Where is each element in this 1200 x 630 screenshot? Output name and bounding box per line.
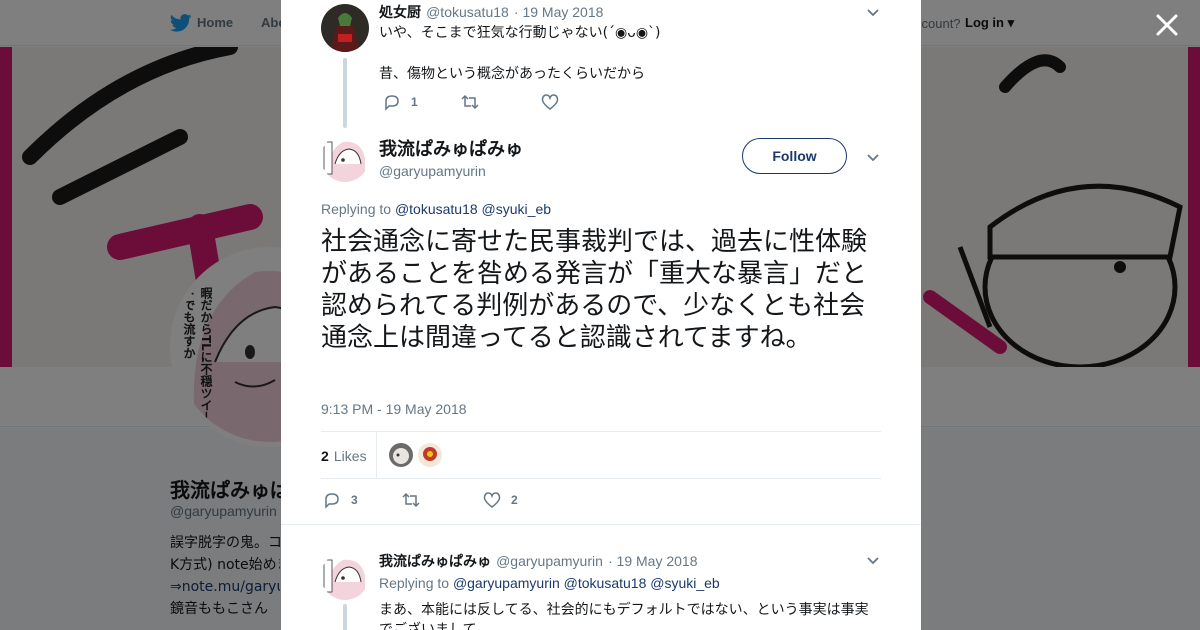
replying-to: Replying to @tokusatu18 @syuki_eb — [321, 201, 551, 217]
replying-to: Replying to @garyupamyurin @tokusatu18 @… — [379, 575, 720, 591]
heart-icon — [541, 94, 559, 110]
liker-avatar[interactable] — [389, 443, 413, 467]
mention-link[interactable]: @syuki_eb — [482, 201, 551, 217]
tweet-date[interactable]: · 19 May 2018 — [608, 553, 698, 569]
replying-label: Replying to — [321, 201, 392, 217]
reply-button[interactable]: 3 — [323, 491, 358, 509]
tweet-text-line: 昔、傷物という概念があったくらいだから — [379, 66, 645, 82]
author-name[interactable]: 我流ぱみゅぱみゅ — [379, 554, 491, 570]
tweet-date[interactable]: · 19 May 2018 — [514, 4, 604, 20]
tweet-avatar[interactable] — [321, 552, 369, 600]
thread-connector — [343, 58, 347, 128]
like-count: 2 — [511, 493, 518, 507]
avatar-image — [321, 134, 369, 182]
tweet-timestamp[interactable]: 9:13 PM - 19 May 2018 — [321, 401, 467, 417]
likes-stat[interactable]: 2 Likes — [321, 446, 367, 465]
section-divider — [281, 524, 921, 525]
tweet-permalink-modal: 処女厨 @tokusatu18 · 19 May 2018 いや、そこまで狂気な… — [281, 0, 921, 630]
main-tweet-avatar[interactable] — [321, 134, 369, 182]
main-tweet-author: 我流ぱみゅぱみゅ @garyupamyurin — [379, 135, 523, 179]
reply-icon — [385, 95, 399, 111]
retweet-icon — [402, 492, 420, 508]
reply-count: 1 — [411, 95, 418, 109]
likes-label: Likes — [333, 448, 367, 464]
tweet-text-line: でございまして — [379, 622, 477, 630]
replying-label: Replying to — [379, 575, 450, 591]
tweet-header: 我流ぱみゅぱみゅ @garyupamyurin · 19 May 2018 — [379, 551, 698, 571]
follow-button[interactable]: Follow — [742, 138, 847, 174]
author-name[interactable]: 処女厨 — [379, 5, 421, 21]
liker-avatar-image — [393, 448, 409, 464]
chevron-down-icon[interactable] — [865, 552, 881, 568]
tweet-avatar[interactable] — [321, 4, 369, 52]
stat-separator — [376, 432, 377, 478]
main-tweet-text: 社会通念に寄せた民事裁判では、過去に性体験があることを咎める発言が「重大な暴言」… — [321, 227, 868, 353]
mention-link[interactable]: @syuki_eb — [650, 575, 719, 591]
retweet-button[interactable] — [461, 93, 479, 111]
mention-link[interactable]: @tokusatu18 — [395, 201, 478, 217]
mention-link[interactable]: @tokusatu18 — [564, 575, 647, 591]
mention-link[interactable]: @garyupamyurin — [453, 575, 560, 591]
reply-button[interactable]: 1 — [383, 93, 418, 111]
divider — [321, 478, 881, 479]
divider — [321, 431, 881, 432]
author-handle[interactable]: @tokusatu18 — [426, 4, 509, 20]
avatar-image — [321, 552, 369, 600]
retweet-button[interactable] — [402, 491, 420, 509]
liker-avatar[interactable] — [418, 443, 442, 467]
tweet-text-line: まあ、本能には反してる、社会的にもデフォルトではない、という事実は事実 — [379, 602, 869, 618]
close-icon[interactable] — [1154, 12, 1180, 38]
likes-count: 2 — [321, 448, 329, 464]
retweet-icon — [461, 94, 479, 110]
thread-connector — [343, 604, 347, 630]
avatar-image — [321, 4, 369, 52]
like-button[interactable] — [541, 93, 559, 111]
main-author-name[interactable]: 我流ぱみゅぱみゅ — [379, 135, 523, 161]
main-author-handle[interactable]: @garyupamyurin — [379, 163, 523, 179]
author-handle[interactable]: @garyupamyurin — [496, 553, 603, 569]
like-button[interactable]: 2 — [483, 491, 518, 509]
tweet-text-line: いや、そこまで狂気な行動じゃない(´◉ᴗ◉`) — [379, 25, 661, 41]
reply-count: 3 — [351, 493, 358, 507]
reply-icon — [325, 493, 339, 509]
heart-icon — [483, 492, 501, 508]
chevron-down-icon[interactable] — [865, 149, 881, 165]
liker-avatar-image — [423, 447, 437, 461]
chevron-down-icon[interactable] — [865, 4, 881, 20]
tweet-header: 処女厨 @tokusatu18 · 19 May 2018 — [379, 2, 603, 22]
